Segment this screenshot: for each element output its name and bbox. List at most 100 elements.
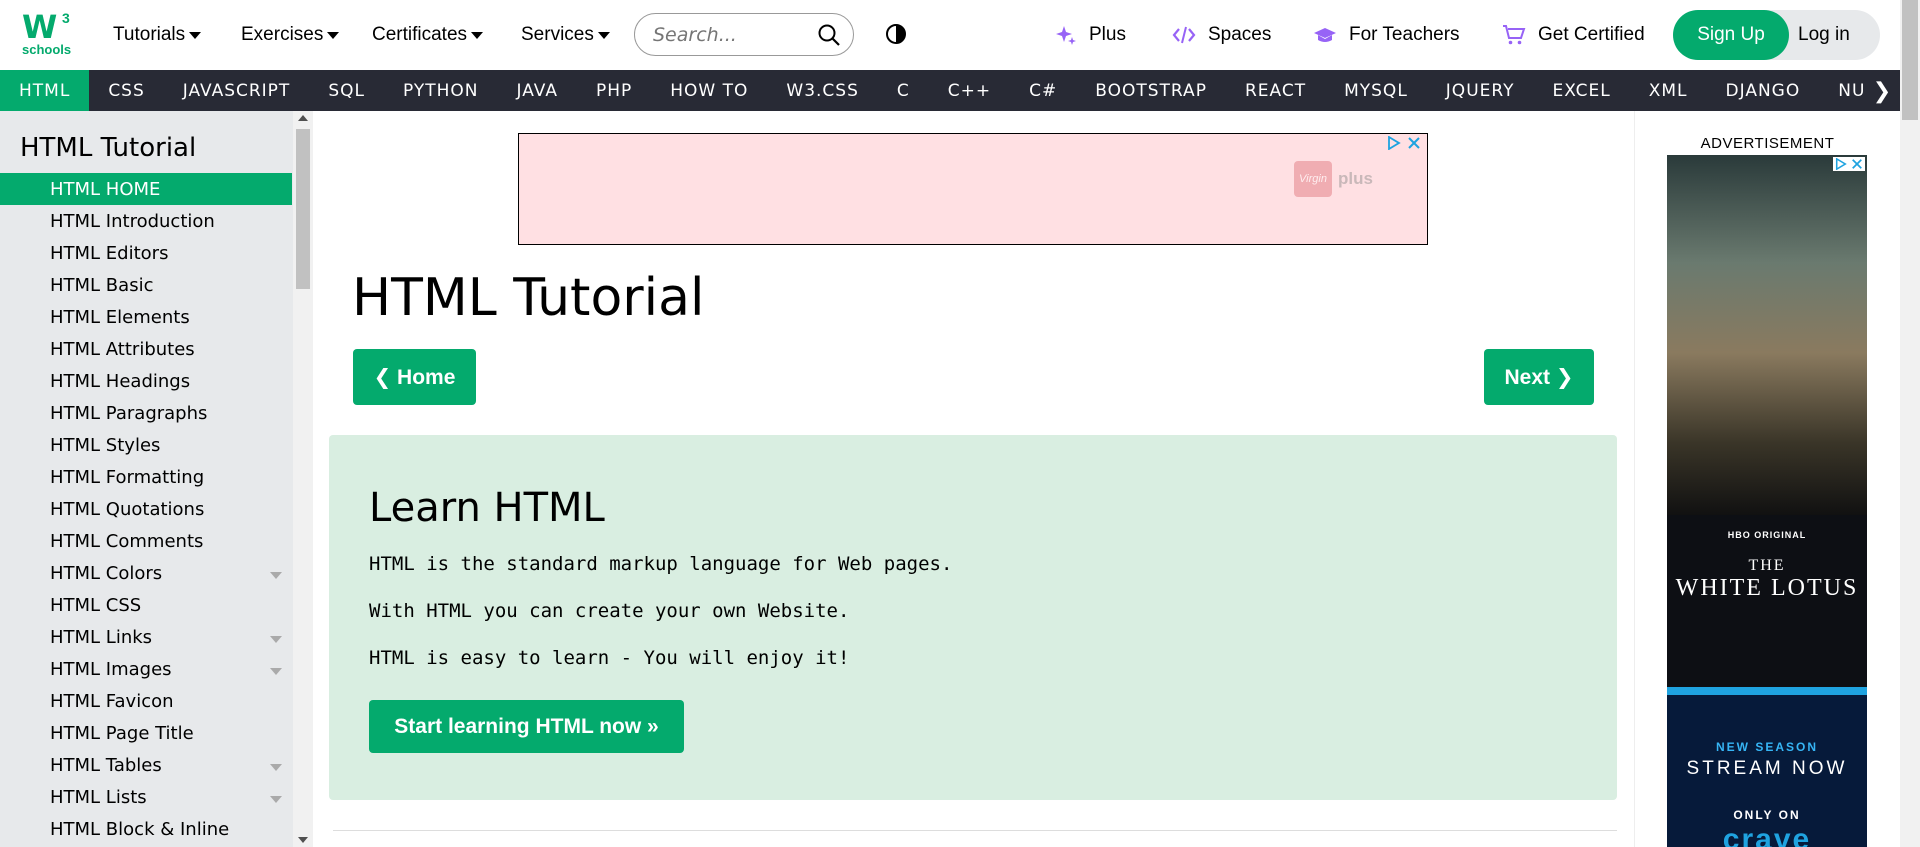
sidebar-item-html-editors[interactable]: HTML Editors [0,237,292,269]
menu-tutorials[interactable]: Tutorials [113,0,202,70]
expand-triangle-icon[interactable] [270,668,282,675]
nav-item-django[interactable]: DJANGO [1707,70,1820,111]
menu-certificates[interactable]: Certificates [372,0,484,70]
nav-item-w3css[interactable]: W3.CSS [767,70,877,111]
adchoices-icon[interactable] [1835,158,1847,170]
page-scrollbar[interactable] [1900,0,1920,847]
sidebar-item-html-comments[interactable]: HTML Comments [0,525,292,557]
learn-line-3: HTML is easy to learn - You will enjoy i… [369,647,850,669]
nav-item-java[interactable]: JAVA [498,70,577,111]
sidebar-item-html-styles[interactable]: HTML Styles [0,429,292,461]
scroll-down-arrow-icon[interactable] [298,837,308,843]
sidebar-item-html-block-inline[interactable]: HTML Block & Inline [0,813,292,845]
expand-triangle-icon[interactable] [270,796,282,803]
sidebar-item-html-formatting[interactable]: HTML Formatting [0,461,292,493]
contrast-toggle-icon[interactable] [885,23,907,45]
sidebar-item-html-links[interactable]: HTML Links [0,621,292,653]
sidebar-item-label: HTML Links [50,626,153,648]
nav-item-bootstrap[interactable]: BOOTSTRAP [1076,70,1226,111]
nav-item-sql[interactable]: SQL [309,70,384,111]
nav-item-xml[interactable]: XML [1630,70,1707,111]
learn-line-2: With HTML you can create your own Websit… [369,600,850,622]
signup-button[interactable]: Sign Up [1673,10,1789,60]
sidebar-item-html-paragraphs[interactable]: HTML Paragraphs [0,397,292,429]
sidebar-item-html-attributes[interactable]: HTML Attributes [0,333,292,365]
search-icon[interactable] [817,23,841,47]
sidebar-item-html-quotations[interactable]: HTML Quotations [0,493,292,525]
adchoices-icon[interactable] [1387,136,1401,150]
ad-only-on: ONLY ON [1733,808,1801,822]
nav-item-c[interactable]: C [878,70,929,111]
expand-triangle-icon[interactable] [270,572,282,579]
top-advertisement[interactable]: Virgin plus [518,133,1428,245]
code-icon [1172,26,1196,44]
sidebar-item-html-lists[interactable]: HTML Lists [0,781,292,813]
nav-item-react[interactable]: REACT [1226,70,1325,111]
sidebar-item-html-colors[interactable]: HTML Colors [0,557,292,589]
expand-triangle-icon[interactable] [270,764,282,771]
nav-item-excel[interactable]: EXCEL [1533,70,1629,111]
get-certified-link[interactable]: Get Certified [1502,0,1645,70]
nav-scroll-right-icon[interactable]: ❯ [1864,70,1900,111]
page-scrollbar-thumb[interactable] [1902,0,1918,120]
nav-item-cpp[interactable]: C++ [929,70,1010,111]
sidebar-item-html-introduction[interactable]: HTML Introduction [0,205,292,237]
menu-certificates-label: Certificates [372,24,468,45]
nav-item-javascript[interactable]: JAVASCRIPT [164,70,310,111]
language-navbar: HTML CSS JAVASCRIPT SQL PYTHON JAVA PHP … [0,70,1900,111]
close-icon[interactable] [1851,158,1863,170]
scroll-up-arrow-icon[interactable] [298,115,308,121]
ad-photo [1667,155,1867,515]
sidebar-item-html-favicon[interactable]: HTML Favicon [0,685,292,717]
sidebar-item-html-basic[interactable]: HTML Basic [0,269,292,301]
logo-superscript: 3 [62,10,70,26]
for-teachers-link[interactable]: For Teachers [1313,0,1460,70]
logo-text: schools [22,42,72,57]
sidebar-item-label: HTML Colors [50,562,163,584]
learn-line-1: HTML is the standard markup language for… [369,553,953,575]
w3schools-logo[interactable]: W 3 schools [18,8,74,58]
sidebar-item-label: HTML Images [50,658,172,680]
learn-html-panel: Learn HTML HTML is the standard markup l… [329,435,1617,800]
close-icon[interactable] [1407,136,1421,150]
sidebar-item-html-tables[interactable]: HTML Tables [0,749,292,781]
plus-link[interactable]: Plus [1055,0,1126,70]
nav-item-php[interactable]: PHP [577,70,651,111]
top-header: W 3 schools Tutorials Exercises Certific… [0,0,1900,70]
next-button[interactable]: Next ❯ [1484,349,1594,405]
caret-down-icon [189,31,202,39]
home-button[interactable]: ❮ Home [353,349,476,405]
sidebar-item-html-css[interactable]: HTML CSS [0,589,292,621]
content-divider [333,830,1617,831]
sidebar-item-label: HTML Lists [50,786,147,808]
nav-item-jquery[interactable]: JQUERY [1427,70,1534,111]
nav-item-mysql[interactable]: MYSQL [1325,70,1427,111]
sidebar-item-label: HTML Tables [50,754,162,776]
ad-choices[interactable] [1833,157,1865,171]
sidebar-item-html-images[interactable]: HTML Images [0,653,292,685]
ad-choices[interactable] [1387,136,1421,150]
nav-item-howto[interactable]: HOW TO [651,70,767,111]
nav-item-python[interactable]: PYTHON [384,70,498,111]
sidebar-item-html-page-title[interactable]: HTML Page Title [0,717,292,749]
nav-item-css[interactable]: CSS [89,70,163,111]
menu-services[interactable]: Services [521,0,610,70]
sidebar-scrollbar-thumb[interactable] [296,129,310,289]
spaces-link[interactable]: Spaces [1172,0,1271,70]
sidebar-item-html-home[interactable]: HTML HOME [0,173,292,205]
ad-show-title: THE WHITE LOTUS [1667,557,1867,602]
ad-show-name: WHITE LOTUS [1675,575,1859,601]
sidebar-scrollbar[interactable] [293,111,313,847]
sidebar-item-html-headings[interactable]: HTML Headings [0,365,292,397]
plus-label: Plus [1089,24,1126,45]
start-learning-button[interactable]: Start learning HTML now » [369,700,684,753]
learn-heading: Learn HTML [369,485,605,531]
expand-triangle-icon[interactable] [270,636,282,643]
nav-item-csharp[interactable]: C# [1010,70,1076,111]
ad-show-the: THE [1748,557,1786,574]
side-advertisement[interactable]: HBO ORIGINAL THE WHITE LOTUS NEW SEASON … [1667,155,1867,847]
nav-item-html[interactable]: HTML [0,70,90,111]
sidebar-item-html-elements[interactable]: HTML Elements [0,301,292,333]
search-input[interactable] [653,23,813,46]
menu-exercises[interactable]: Exercises [241,0,340,70]
